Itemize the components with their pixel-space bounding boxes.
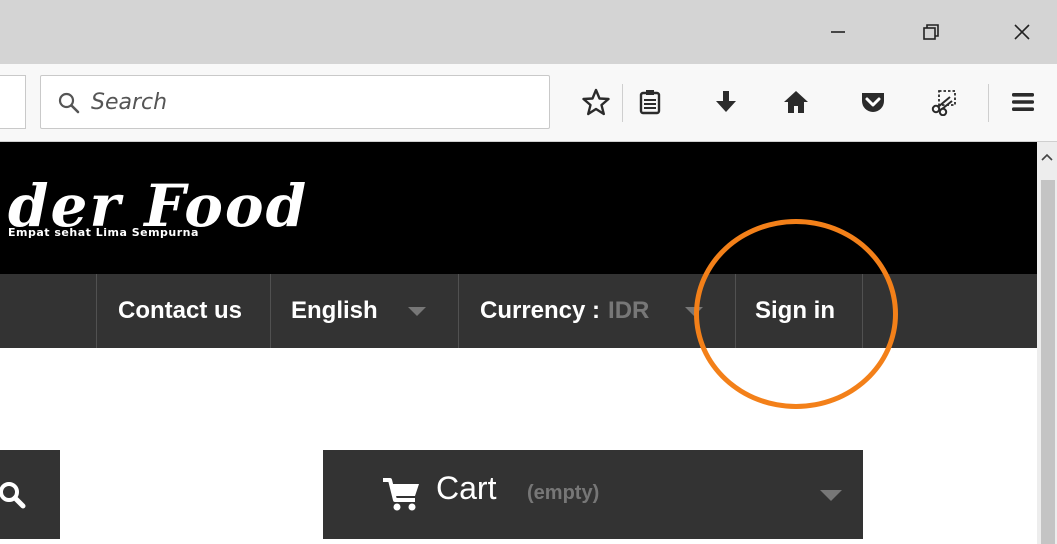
screenshot-icon [931,90,956,116]
toolbar-separator [988,84,989,122]
currency-label: Currency : [480,297,601,324]
download-button[interactable] [706,82,746,122]
url-bar[interactable] [0,75,26,129]
contact-us-link[interactable]: Contact us [118,274,242,348]
toolbar-separator [622,84,623,122]
restore-icon [923,24,939,40]
site-header-banner: der Food Empat sehat Lima Sempurna [0,142,1037,274]
chevron-down-icon[interactable] [820,490,842,501]
top-navigation-bar: Contact us English Currency : IDR Sign i… [0,274,1037,348]
browser-toolbar [0,64,1057,142]
window-title-bar [0,0,1057,64]
reading-list-icon [639,90,661,115]
search-icon [0,481,26,508]
restore-button[interactable] [903,0,959,64]
cart-label: Cart [436,470,497,506]
language-selector[interactable]: English [291,274,426,348]
screenshot-button[interactable] [924,82,964,122]
search-input[interactable] [91,83,531,121]
home-button[interactable] [776,82,816,122]
nav-divider [862,274,863,348]
currency-value: IDR [608,297,650,324]
home-icon [784,91,808,113]
search-icon [58,92,80,114]
nav-divider [96,274,97,348]
language-label: English [291,297,378,324]
shopping-cart-icon [383,478,419,511]
currency-selector[interactable]: Currency : IDR [480,274,704,348]
sign-in-link[interactable]: Sign in [755,274,835,348]
scroll-up-button[interactable] [1037,146,1057,168]
nav-divider [270,274,271,348]
cart-block[interactable]: Cart (empty) [323,450,863,539]
nav-divider [735,274,736,348]
reading-list-button[interactable] [630,82,670,122]
chevron-up-icon [1041,153,1053,161]
bookmark-star-button[interactable] [576,82,616,122]
menu-button[interactable] [1003,82,1043,122]
cart-status: (empty) [527,482,600,504]
pocket-icon [862,93,884,112]
nav-divider [458,274,459,348]
search-submit-button[interactable] [0,450,60,539]
close-icon [1014,24,1030,40]
chevron-down-icon [685,306,704,316]
pocket-button[interactable] [853,82,893,122]
close-button[interactable] [994,0,1050,64]
search-box[interactable] [40,75,550,129]
minimize-button[interactable] [810,0,866,64]
bookmark-star-icon [582,88,610,116]
scrollbar-thumb[interactable] [1041,180,1055,544]
chevron-down-icon [407,306,426,316]
site-tagline: Empat sehat Lima Sempurna [8,226,199,239]
minimize-icon [831,31,845,33]
download-icon [716,91,736,112]
menu-icon [1012,93,1034,111]
